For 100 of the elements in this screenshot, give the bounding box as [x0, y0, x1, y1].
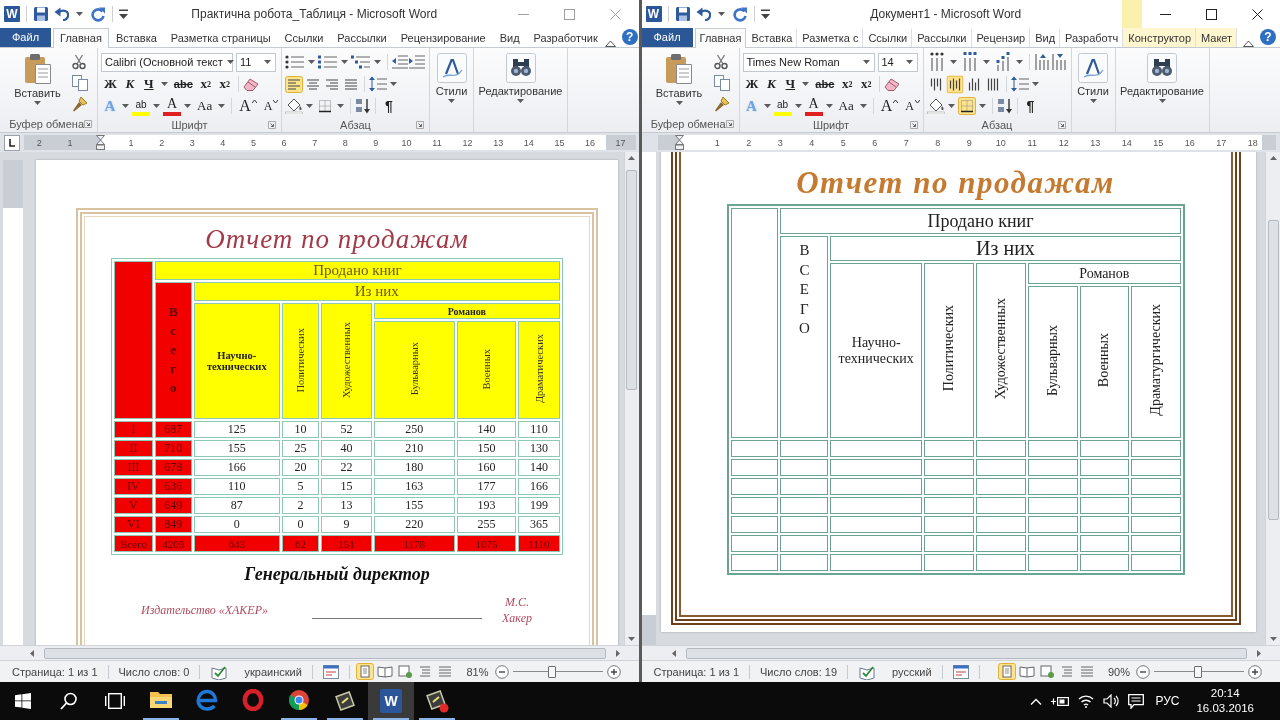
binoculars-icon[interactable] — [1147, 53, 1177, 83]
numbered-list-icon[interactable] — [318, 55, 338, 69]
dropdown-caret-icon[interactable] — [763, 104, 771, 108]
shrink-font-button[interactable]: A — [260, 96, 282, 116]
collapse-ribbon-icon[interactable] — [1243, 40, 1254, 47]
italic-button[interactable]: К — [120, 74, 139, 94]
app-logo[interactable]: W — [4, 6, 20, 22]
paste-button[interactable]: Вставить — [644, 51, 714, 116]
ribbon-tab[interactable]: Вставка — [108, 28, 164, 47]
dropdown-caret-icon[interactable] — [1015, 60, 1023, 64]
ribbon-tab[interactable]: Ссылки — [277, 28, 331, 47]
ribbon-tab[interactable]: Ссылки — [863, 28, 913, 47]
dropdown-caret-icon[interactable] — [306, 104, 313, 108]
font-size-field[interactable]: 11 — [236, 52, 276, 72]
dropdown-caret-icon[interactable] — [794, 104, 802, 108]
underline-button[interactable]: Ч — [781, 74, 800, 94]
binoculars-icon[interactable] — [505, 53, 536, 83]
dropdown-caret-icon[interactable] — [859, 104, 867, 108]
font-color-button[interactable]: A — [804, 96, 823, 116]
undo-icon[interactable] — [695, 7, 711, 21]
eraser-icon[interactable] — [242, 77, 259, 91]
scrollbar-thumb[interactable] — [1267, 220, 1279, 520]
web-layout-icon[interactable] — [396, 663, 415, 680]
dialog-launcher-icon[interactable] — [909, 120, 918, 129]
macro-icon[interactable] — [322, 664, 339, 679]
scroll-left-icon[interactable] — [30, 649, 34, 657]
tricolor-circle-icon[interactable] — [288, 689, 310, 711]
language-status[interactable]: русский — [884, 665, 940, 678]
ribbon-tab[interactable]: Рецензирование — [393, 28, 493, 47]
dropdown-caret-icon[interactable] — [337, 104, 344, 108]
dropdown-caret-icon[interactable] — [218, 104, 226, 108]
dropdown-caret-icon[interactable] — [76, 12, 83, 16]
dropdown-caret-icon[interactable] — [390, 82, 397, 86]
ribbon-tab[interactable]: Вставка — [746, 28, 798, 47]
word-count-status[interactable]: Число слов: 0 — [110, 665, 198, 678]
maximize-icon[interactable] — [1205, 8, 1217, 20]
dialog-launcher-icon[interactable] — [725, 120, 734, 128]
clipboard-icon[interactable] — [665, 53, 693, 85]
scissors-icon[interactable] — [713, 54, 728, 70]
vertical-scrollbar[interactable] — [623, 152, 639, 645]
zoom-in-icon[interactable] — [1248, 664, 1262, 679]
app-logo[interactable]: W — [380, 689, 402, 713]
dropdown-caret-icon[interactable] — [1031, 82, 1039, 86]
browser-e-icon[interactable] — [196, 689, 218, 711]
multilevel-list-icon[interactable] — [995, 52, 1010, 72]
scroll-up-icon[interactable] — [628, 156, 635, 160]
grow-font-button[interactable]: A — [236, 96, 260, 116]
underline-button[interactable]: Ч — [139, 74, 158, 94]
ribbon-tab[interactable]: Разметка с — [797, 28, 864, 47]
dropdown-caret-icon[interactable] — [308, 60, 315, 64]
page-number-status[interactable]: Страница: 1 из 1 — [645, 665, 747, 678]
line-spacing-icon[interactable] — [1010, 76, 1029, 92]
dropdown-caret-icon[interactable] — [153, 104, 160, 108]
font-name-field[interactable]: Times New Roman — [742, 52, 875, 72]
dropdown-caret-icon[interactable] — [949, 60, 957, 64]
dropdown-caret-icon[interactable] — [34, 101, 41, 105]
scroll-left-icon[interactable] — [671, 649, 676, 657]
dropdown-caret-icon[interactable] — [825, 104, 833, 108]
dropdown-caret-icon[interactable] — [905, 60, 913, 64]
ribbon-tab[interactable]: Вид — [1030, 28, 1061, 47]
borders-icon[interactable] — [316, 97, 334, 115]
dropdown-caret-icon[interactable] — [184, 104, 191, 108]
scroll-down-icon[interactable] — [628, 637, 635, 641]
styles-icon[interactable] — [436, 53, 467, 83]
clipboard-icon[interactable] — [23, 53, 52, 85]
bold-button[interactable]: Ж — [101, 74, 120, 94]
dropdown-caret-icon[interactable] — [862, 60, 870, 64]
strikethrough-button[interactable]: abc — [170, 74, 196, 94]
styles-button[interactable]: Стили — [433, 51, 470, 116]
minimize-icon[interactable] — [1159, 13, 1171, 15]
brush-icon[interactable] — [72, 96, 88, 112]
brush-icon[interactable] — [713, 96, 730, 112]
change-case-button[interactable]: Aa — [835, 96, 857, 116]
change-case-button[interactable]: Aa — [194, 96, 216, 116]
multilevel-list-icon[interactable] — [351, 55, 371, 69]
clock-date[interactable]: 16.03.2016 — [1196, 701, 1254, 716]
dropdown-caret-icon[interactable] — [264, 60, 271, 64]
tab-stop-icon[interactable] — [4, 134, 20, 151]
ribbon-tab[interactable]: Главная — [53, 28, 109, 48]
speaker-icon[interactable] — [1103, 694, 1120, 708]
dropdown-caret-icon[interactable] — [947, 104, 955, 108]
editing-button[interactable]: Редактирование — [1118, 51, 1206, 116]
search-icon[interactable] — [60, 692, 78, 710]
clock-time[interactable]: 20:14 — [1210, 686, 1240, 701]
zoom-in-icon[interactable] — [606, 664, 621, 679]
word-count-status[interactable]: Число слов: 19 — [752, 665, 846, 678]
file-menu-button[interactable]: Файл — [0, 28, 52, 47]
collapse-ribbon-icon[interactable] — [604, 40, 616, 47]
ribbon-tab[interactable]: Главная — [694, 28, 747, 48]
dropdown-caret-icon[interactable] — [122, 104, 129, 108]
borders-icon[interactable] — [957, 97, 976, 115]
language-status[interactable]: украинский — [236, 665, 310, 678]
redo-icon[interactable] — [731, 6, 748, 22]
ribbon-tab[interactable]: Макет — [1196, 28, 1238, 47]
vertical-ruler[interactable] — [641, 152, 656, 645]
dropdown-caret-icon[interactable] — [226, 60, 234, 64]
folder-icon[interactable] — [149, 689, 173, 709]
ring-icon[interactable] — [242, 689, 264, 711]
save-icon[interactable] — [33, 6, 49, 22]
indent-marker-icon[interactable] — [675, 135, 684, 150]
